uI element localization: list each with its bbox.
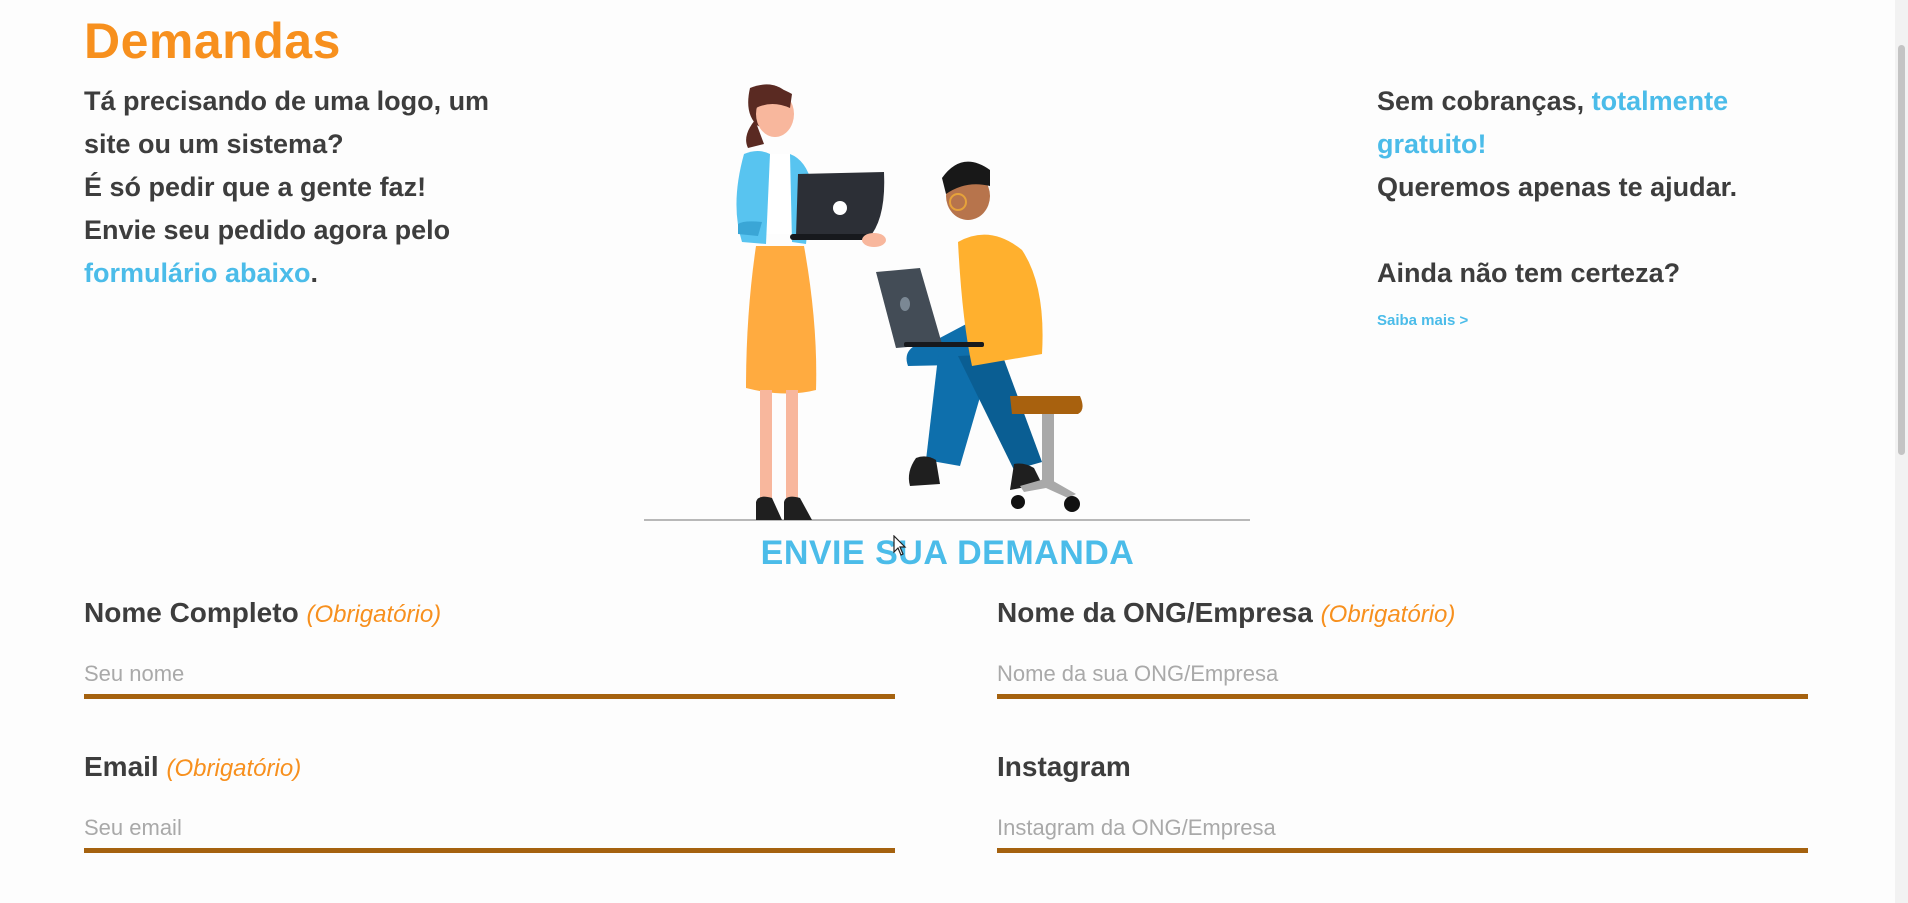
intro-line-ask: É só pedir que a gente faz!: [84, 172, 427, 202]
intro-line-form-link: formulário abaixo.: [84, 252, 514, 295]
required-marker: (Obrigatório): [166, 755, 302, 782]
mouse-pointer-icon: [893, 535, 907, 556]
intro-line-request: Tá precisando de uma logo, um site ou um…: [84, 86, 490, 159]
instagram-field: Instagram: [997, 747, 1808, 853]
instagram-input[interactable]: [997, 807, 1808, 853]
required-marker: (Obrigatório): [306, 601, 442, 628]
intro-period: .: [310, 258, 319, 288]
org-name-field: Nome da ONG/Empresa (Obrigatório): [997, 593, 1808, 699]
people-with-laptops-illustration: [644, 84, 1250, 521]
email-input[interactable]: [84, 807, 895, 853]
email-field: Email (Obrigatório): [84, 747, 895, 853]
intro-left-text: Tá precisando de uma logo, um site ou um…: [84, 80, 514, 295]
full-name-label: Nome Completo: [84, 597, 299, 628]
page-title: Demandas: [84, 13, 341, 69]
help-text: Queremos apenas te ajudar.: [1377, 172, 1738, 202]
org-name-label: Nome da ONG/Empresa: [997, 597, 1313, 628]
intro-right-text: Sem cobranças, totalmente gratuito! Quer…: [1377, 80, 1817, 338]
no-charge-text: Sem cobranças,: [1377, 86, 1585, 116]
free-service-text: Sem cobranças, totalmente gratuito!: [1377, 80, 1817, 166]
full-name-input[interactable]: [84, 653, 895, 699]
unsure-question: Ainda não tem certeza?: [1377, 258, 1681, 288]
full-name-field: Nome Completo (Obrigatório): [84, 593, 895, 699]
form-section-title: ENVIE SUA DEMANDA: [760, 534, 1135, 572]
instagram-label: Instagram: [997, 751, 1131, 782]
required-marker: (Obrigatório): [1320, 601, 1456, 628]
man-figure: [876, 161, 1083, 512]
form-link[interactable]: formulário abaixo: [84, 258, 311, 288]
email-label: Email: [84, 751, 159, 782]
org-name-input[interactable]: [997, 653, 1808, 699]
page-scrollbar[interactable]: [1895, 0, 1908, 903]
saiba-mais-link[interactable]: Saiba mais >: [1377, 311, 1468, 331]
woman-figure: [736, 84, 886, 520]
scrollbar-thumb[interactable]: [1898, 45, 1905, 455]
intro-line-send: Envie seu pedido agora pelo: [84, 215, 451, 245]
